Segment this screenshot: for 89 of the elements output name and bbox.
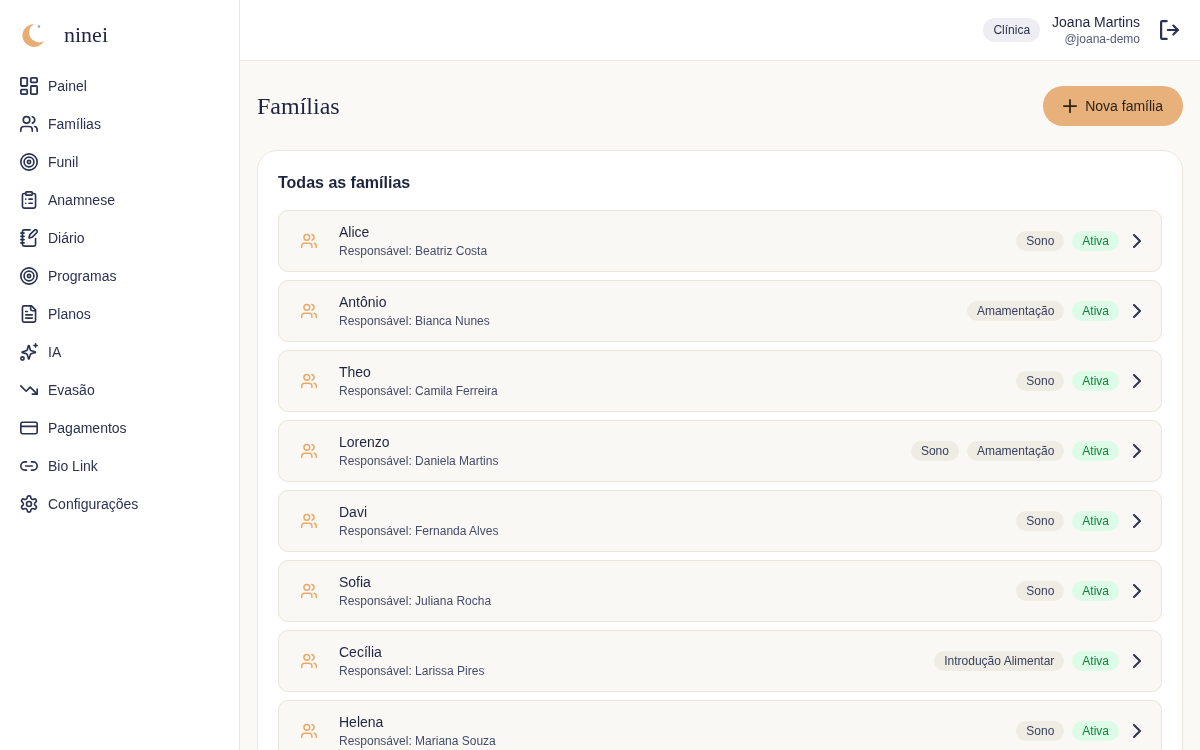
users-icon (301, 303, 317, 319)
sidebar-item[interactable]: Planos (0, 295, 239, 333)
chevron-right-icon (1133, 444, 1141, 458)
guardian-text: Responsável: Bianca Nunes (339, 313, 491, 329)
sidebar-item[interactable]: Funil (0, 143, 239, 181)
family-row[interactable]: Lorenzo Responsável: Daniela Martins Sono Amamentação Ativa (278, 420, 1162, 482)
guardian-text: Responsável: Juliana Rocha (339, 593, 493, 609)
chevron-right-icon (1133, 374, 1141, 388)
family-row[interactable]: Helena Responsável: Mariana Souza Sono Ativa (278, 700, 1162, 750)
chevron-right-icon (1133, 584, 1141, 598)
settings-icon (20, 495, 38, 513)
sidebar-item[interactable]: Pagamentos (0, 409, 239, 447)
family-row[interactable]: Davi Responsável: Fernanda Alves Sono Ativa (278, 490, 1162, 552)
guardian-text: Responsável: Fernanda Alves (339, 523, 500, 539)
users-icon (301, 653, 317, 669)
plus-icon (1063, 99, 1078, 113)
family-name: Davi (339, 503, 368, 521)
page-title: Famílias (257, 91, 340, 121)
users-icon (301, 443, 317, 459)
logo-text: ninei (64, 24, 108, 46)
family-name: Antônio (339, 293, 388, 311)
clipboard-list-icon (20, 191, 38, 209)
users-icon (301, 233, 317, 249)
guardian-text: Responsável: Camila Ferreira (339, 383, 499, 399)
chevron-right-icon (1133, 234, 1141, 248)
document-icon (20, 305, 38, 323)
role-badge: Clínica (983, 18, 1041, 42)
chevron-right-icon (1133, 654, 1141, 668)
guardian-text: Responsável: Mariana Souza (339, 733, 497, 749)
program-tag: Amamentação (966, 301, 1065, 321)
family-row[interactable]: Alice Responsável: Beatriz Costa Sono Ativa (278, 210, 1162, 272)
sidebar-item[interactable]: Anamnese (0, 181, 239, 219)
program-tag: Sono (1016, 581, 1065, 601)
guardian-text: Responsável: Larissa Pires (339, 663, 486, 679)
program-tag: Amamentação (966, 441, 1065, 461)
family-row[interactable]: Antônio Responsável: Bianca Nunes Amamentação Ativa (278, 280, 1162, 342)
chevron-right-icon (1133, 724, 1141, 738)
program-tag: Sono (1016, 371, 1065, 391)
sidebar-item[interactable]: Evasão (0, 371, 239, 409)
status-tag: Ativa (1072, 371, 1119, 391)
chevron-right-icon (1133, 304, 1141, 318)
user-name: Joana Martins (1052, 13, 1140, 31)
logout-icon[interactable] (1160, 20, 1180, 40)
family-name: Alice (339, 223, 371, 241)
program-tag: Introdução Alimentar (934, 651, 1065, 671)
family-row[interactable]: Theo Responsável: Camila Ferreira Sono Ativa (278, 350, 1162, 412)
family-row[interactable]: Cecília Responsável: Larissa Pires Introdução Alimentar Ativa (278, 630, 1162, 692)
sidebar-item[interactable]: IA (0, 333, 239, 371)
family-name: Cecília (339, 643, 383, 661)
status-tag: Ativa (1072, 651, 1119, 671)
sidebar-item[interactable]: Bio Link (0, 447, 239, 485)
sidebar-item[interactable]: Famílias (0, 105, 239, 143)
user-handle: @joana-demo (1063, 31, 1140, 47)
family-name: Helena (339, 713, 385, 731)
program-tag: Sono (1016, 721, 1065, 741)
users-icon (301, 723, 317, 739)
sidebar-item[interactable]: Diário (0, 219, 239, 257)
target-icon (20, 267, 38, 285)
status-tag: Ativa (1072, 511, 1119, 531)
family-name: Lorenzo (339, 433, 391, 451)
sidebar-item[interactable]: Painel (0, 67, 239, 105)
credit-card-icon (20, 419, 38, 437)
program-tag: Sono (910, 441, 959, 461)
target-icon (20, 153, 38, 171)
crescent-moon-logo-icon (20, 22, 46, 48)
program-tag: Sono (1016, 231, 1065, 251)
sidebar-item[interactable]: Configurações (0, 485, 239, 523)
family-row[interactable]: Sofia Responsável: Juliana Rocha Sono Ativa (278, 560, 1162, 622)
chevron-right-icon (1133, 514, 1141, 528)
status-tag: Ativa (1072, 721, 1119, 741)
dashboard-grid-icon (20, 77, 38, 95)
family-name: Sofia (339, 573, 372, 591)
sparkles-icon (20, 343, 38, 361)
new-family-button[interactable]: Nova família (1043, 86, 1183, 126)
users-icon (20, 115, 38, 133)
sidebar-item[interactable]: Programas (0, 257, 239, 295)
users-icon (301, 373, 317, 389)
status-tag: Ativa (1072, 581, 1119, 601)
program-tag: Sono (1016, 511, 1065, 531)
status-tag: Ativa (1072, 301, 1119, 321)
status-tag: Ativa (1072, 231, 1119, 251)
notebook-pen-icon (20, 229, 38, 247)
guardian-text: Responsável: Beatriz Costa (339, 243, 489, 259)
users-icon (301, 583, 317, 599)
family-name: Theo (339, 363, 372, 381)
users-icon (301, 513, 317, 529)
card-title: Todas as famílias (278, 173, 412, 193)
guardian-text: Responsável: Daniela Martins (339, 453, 500, 469)
status-tag: Ativa (1072, 441, 1119, 461)
